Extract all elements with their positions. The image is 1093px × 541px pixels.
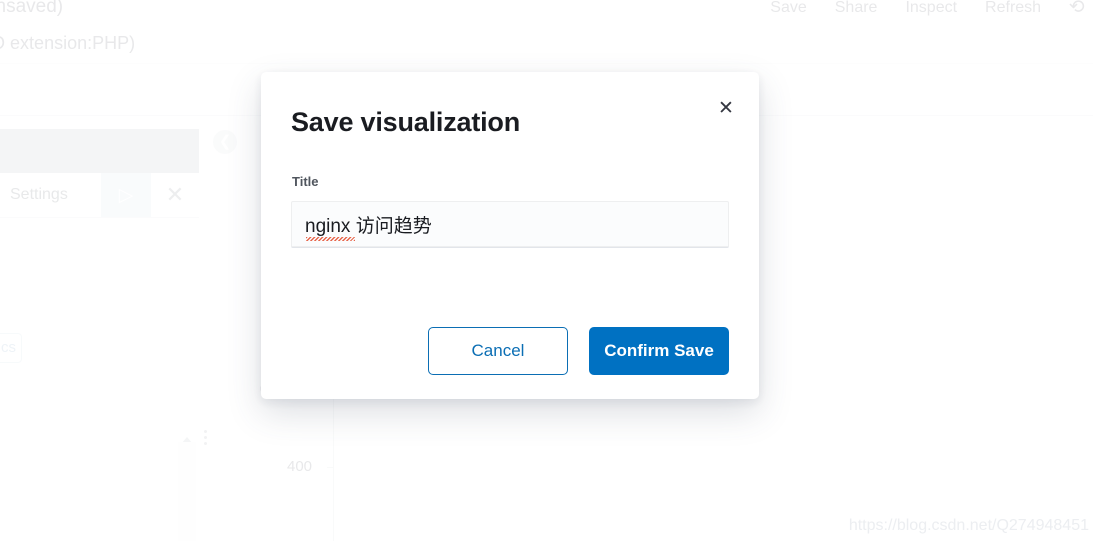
grip-dots-icon[interactable] <box>204 430 207 445</box>
panel-body <box>0 218 199 541</box>
query-text: :200 AND extension:PHP) <box>0 33 136 53</box>
modal-title: Save visualization <box>291 107 520 137</box>
tab-settings[interactable]: Settings <box>0 173 101 217</box>
chart-y-tick-400: 400 <box>287 458 313 475</box>
app-root: ion (unsaved) Save Share Inspect Refresh… <box>0 0 1093 541</box>
close-icon[interactable]: ✕ <box>713 96 739 122</box>
top-action-refresh[interactable]: Refresh <box>985 0 1041 17</box>
chevron-left-circle-icon[interactable]: ❮ <box>213 130 237 154</box>
panel-tab-strip: Settings ▷ ✕ <box>0 173 199 218</box>
metrics-button[interactable]: ics <box>0 333 22 363</box>
panel-scrollbar[interactable] <box>178 442 196 541</box>
top-bar: ion (unsaved) Save Share Inspect Refresh… <box>0 0 1093 26</box>
refresh-icon[interactable]: ⟳ <box>1069 0 1085 19</box>
modal-footer: Cancel Confirm Save <box>261 327 759 375</box>
top-action-share[interactable]: Share <box>835 0 878 17</box>
close-icon[interactable]: ✕ <box>151 173 199 217</box>
confirm-save-button[interactable]: Confirm Save <box>589 327 729 375</box>
app-title: ion (unsaved) <box>0 0 64 17</box>
play-icon[interactable]: ▷ <box>101 173 151 217</box>
title-input[interactable] <box>291 201 729 248</box>
spellcheck-underline <box>306 237 355 241</box>
editor-panel: Settings ▷ ✕ ics ✕ Date Histogram help <box>0 129 199 541</box>
panel-header <box>0 129 199 173</box>
query-bar[interactable]: :200 AND extension:PHP) <box>0 26 1093 64</box>
cancel-button[interactable]: Cancel <box>428 327 568 375</box>
top-action-inspect[interactable]: Inspect <box>905 0 957 17</box>
watermark: https://blog.csdn.net/Q274948451 <box>848 517 1089 534</box>
top-bar-actions: Save Share Inspect Refresh ⟳ <box>770 0 1085 19</box>
save-visualization-modal: ✕ Save visualization Title Cancel Confir… <box>261 72 759 399</box>
chart-y-tickmark <box>327 467 334 468</box>
top-action-save[interactable]: Save <box>770 0 806 17</box>
caret-up-icon[interactable] <box>181 437 193 444</box>
title-field-label: Title <box>292 174 319 189</box>
